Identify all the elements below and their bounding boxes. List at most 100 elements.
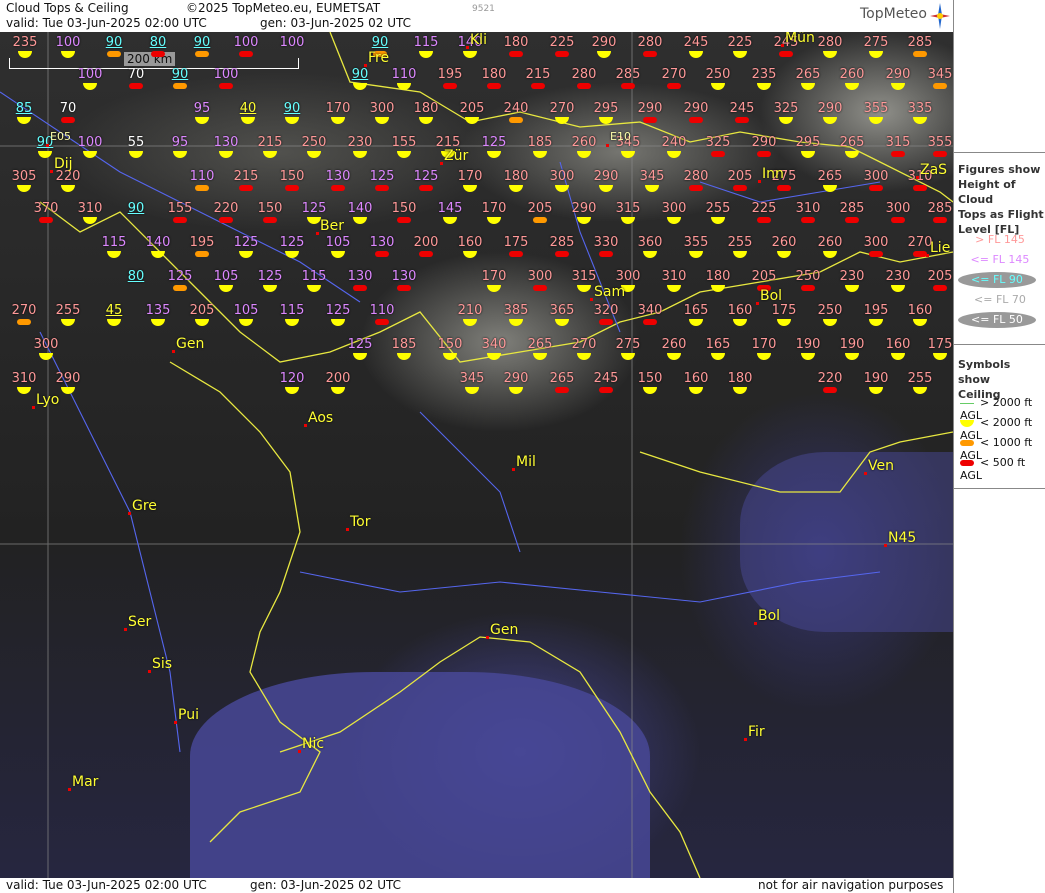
- cloud-top-value: 140: [145, 235, 171, 250]
- city-label: Dij: [54, 156, 73, 172]
- city-marker-icon: [756, 302, 759, 305]
- cloud-top-value: 120: [279, 371, 305, 386]
- cloud-top-value: 195: [863, 303, 889, 318]
- cloud-top-value: 170: [481, 269, 507, 284]
- cloud-top-value: 345: [459, 371, 485, 386]
- city-marker-icon: [754, 622, 757, 625]
- cloud-top-value: 100: [77, 135, 103, 150]
- cloud-top-value: 280: [571, 67, 597, 82]
- red-ceiling-symbol: [779, 51, 793, 57]
- yellow-half-circle-icon: [960, 419, 974, 427]
- cloud-top-value: 290: [503, 371, 529, 386]
- legend-separator: [954, 152, 1045, 153]
- cloud-top-value: 240: [503, 101, 529, 116]
- red-ceiling-symbol: [933, 285, 947, 291]
- valid-time: valid: Tue 03-Jun-2025 02:00 UTC: [6, 16, 207, 30]
- cloud-top-value: 300: [33, 337, 59, 352]
- cloud-top-value: 185: [527, 135, 553, 150]
- line-symbol-icon: [960, 402, 974, 404]
- cloud-top-value: 235: [751, 67, 777, 82]
- city-marker-icon: [466, 46, 469, 49]
- red-ceiling-symbol: [487, 83, 501, 89]
- cloud-top-value: 125: [369, 169, 395, 184]
- cloud-top-value: 340: [481, 337, 507, 352]
- red-ceiling-symbol: [621, 83, 635, 89]
- cloud-top-value: 300: [369, 101, 395, 116]
- cloud-top-value: 300: [885, 201, 911, 216]
- city-label: E05: [50, 130, 71, 143]
- city-label: E10: [610, 130, 631, 143]
- cloud-top-value: 325: [773, 101, 799, 116]
- red-ceiling-symbol: [219, 217, 233, 223]
- cloud-top-value: 160: [727, 303, 753, 318]
- figures-heading-line: Height of Cloud: [958, 178, 1016, 206]
- orange-ceiling-symbol: [195, 251, 209, 257]
- cloud-top-value: 200: [325, 371, 351, 386]
- cloud-top-value: 300: [863, 235, 889, 250]
- red-ceiling-symbol: [39, 217, 53, 223]
- cloud-top-value: 180: [705, 269, 731, 284]
- red-ceiling-symbol: [533, 285, 547, 291]
- cloud-top-value: 180: [503, 35, 529, 50]
- cloud-top-value: 265: [527, 337, 553, 352]
- cloud-top-value: 45: [105, 303, 123, 318]
- cloud-top-value: 245: [683, 35, 709, 50]
- cloud-top-value: 225: [751, 201, 777, 216]
- city-label: Sam: [594, 284, 626, 300]
- cloud-top-value: 245: [729, 101, 755, 116]
- red-ceiling-symbol: [689, 185, 703, 191]
- cloud-top-value: 345: [639, 169, 665, 184]
- cloud-top-value: 200: [413, 235, 439, 250]
- city-marker-icon: [346, 528, 349, 531]
- red-ceiling-symbol: [151, 51, 165, 57]
- cloud-top-value: 115: [301, 269, 327, 284]
- cloud-top-value: 90: [105, 35, 123, 50]
- city-marker-icon: [864, 472, 867, 475]
- cloud-top-value: 250: [705, 67, 731, 82]
- cloud-top-value: 170: [325, 101, 351, 116]
- cloud-top-value: 260: [771, 235, 797, 250]
- red-ceiling-symbol: [375, 251, 389, 257]
- cloud-top-value: 180: [481, 67, 507, 82]
- city-label: Kli: [470, 32, 487, 48]
- legend-ceiling-lt500: < 500 ft AGL: [960, 456, 1045, 482]
- cloud-top-value: 290: [593, 169, 619, 184]
- red-ceiling-symbol: [239, 51, 253, 57]
- figures-heading: Figures show Height of Cloud Tops as Fli…: [958, 162, 1045, 237]
- cloud-top-value: 365: [549, 303, 575, 318]
- cloud-top-value: 290: [751, 135, 777, 150]
- compass-star-icon: [930, 3, 950, 29]
- cloud-top-value: 220: [213, 201, 239, 216]
- city-marker-icon: [606, 144, 609, 147]
- legend-le-fl145: <= FL 145: [970, 253, 1030, 266]
- legend-gt-fl145: > FL 145: [975, 233, 1025, 246]
- cloud-top-value: 95: [171, 135, 189, 150]
- cloud-top-value: 70: [127, 67, 145, 82]
- cloud-top-value: 270: [907, 235, 933, 250]
- red-ceiling-symbol: [555, 51, 569, 57]
- city-label: Ser: [128, 614, 152, 630]
- satellite-map[interactable]: 200 km 235 100 90 80 90 100 100 90 115 140 180 225 2…: [0, 32, 953, 878]
- cloud-top-value: 150: [279, 169, 305, 184]
- city-label: Nic: [302, 736, 325, 752]
- cloud-top-value: 300: [863, 169, 889, 184]
- cloud-top-value: 125: [279, 235, 305, 250]
- cloud-top-value: 165: [705, 337, 731, 352]
- city-label: Fre: [368, 50, 390, 66]
- cloud-top-value: 285: [839, 201, 865, 216]
- red-ceiling-symbol: [173, 217, 187, 223]
- city-marker-icon: [32, 406, 35, 409]
- cloud-top-value: 125: [481, 135, 507, 150]
- red-ceiling-symbol: [689, 117, 703, 123]
- cloud-top-value: 80: [127, 269, 145, 284]
- city-label: Ber: [320, 218, 344, 234]
- cloud-top-value: 325: [705, 135, 731, 150]
- city-label: Ven: [868, 458, 894, 474]
- cloud-top-value: 100: [213, 67, 239, 82]
- red-ceiling-symbol: [735, 117, 749, 123]
- cloud-top-value: 160: [683, 371, 709, 386]
- cloud-top-value: 90: [351, 67, 369, 82]
- cloud-top-value: 265: [817, 169, 843, 184]
- city-marker-icon: [916, 176, 919, 179]
- city-marker-icon: [364, 64, 367, 67]
